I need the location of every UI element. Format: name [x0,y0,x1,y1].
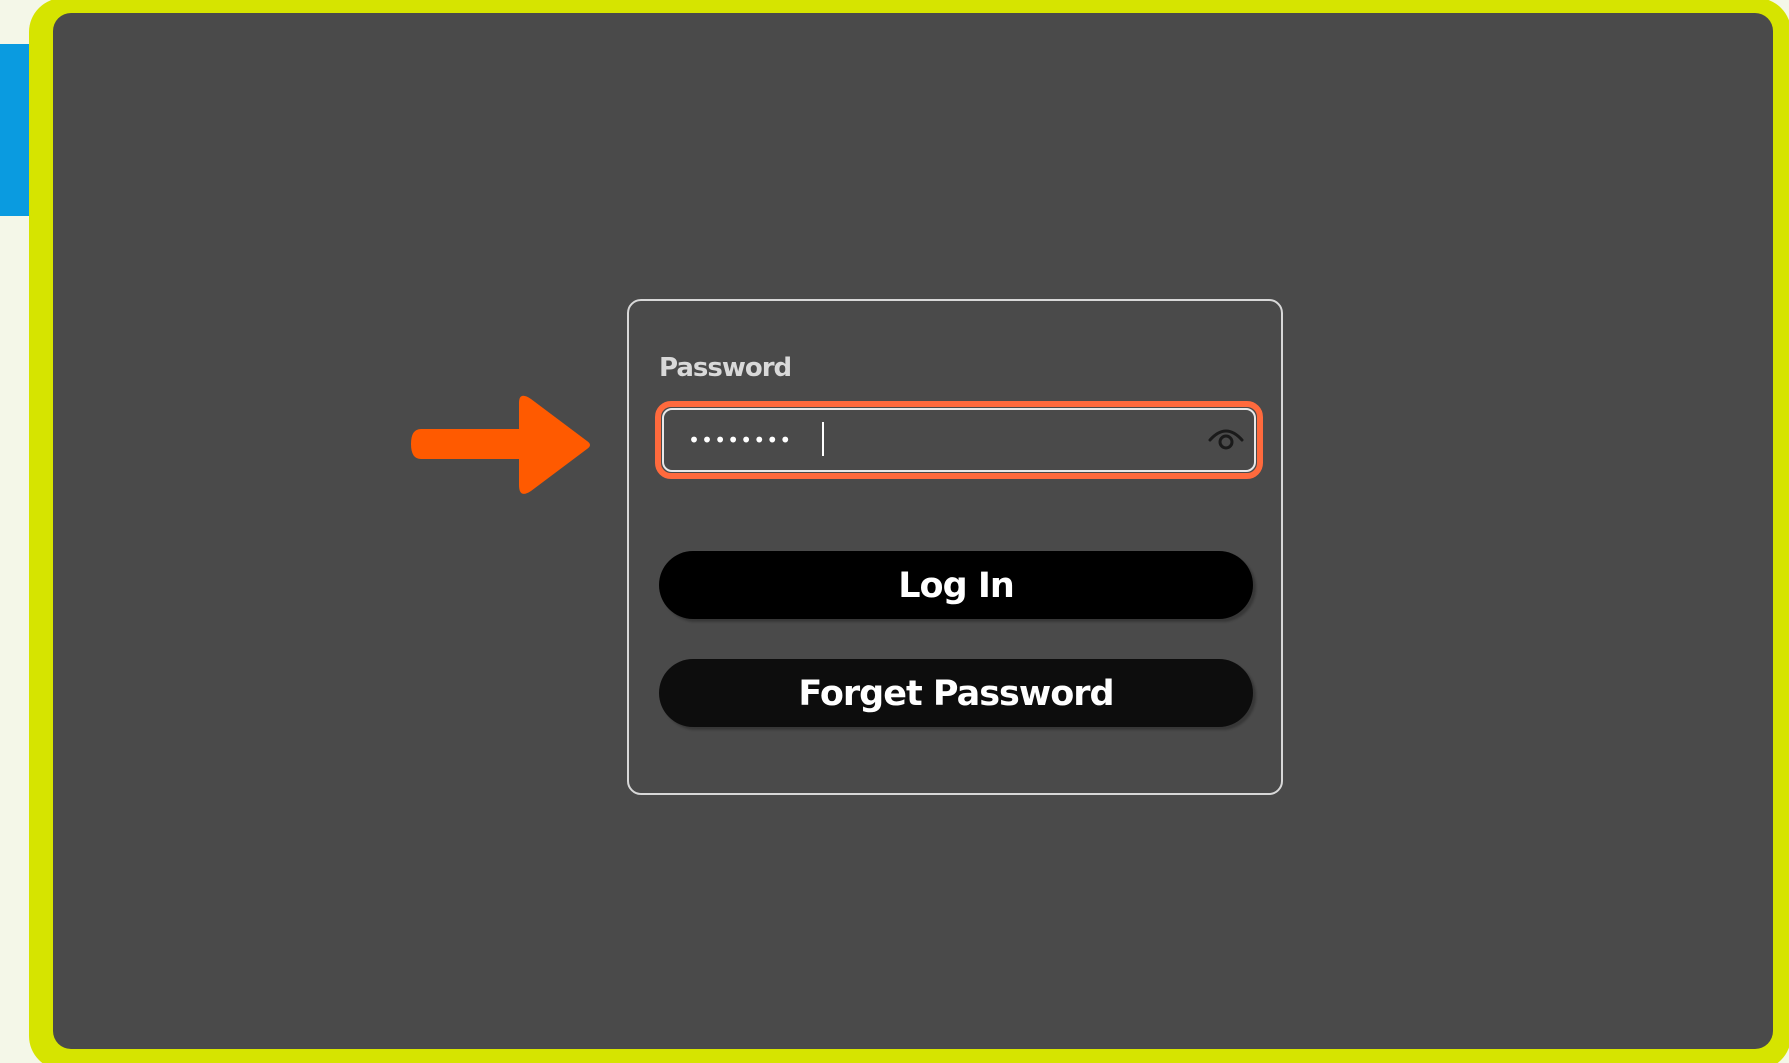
login-button[interactable]: Log In [659,551,1253,619]
password-field [662,408,1256,472]
password-field-highlight [655,401,1263,479]
app-screen: Password Log In Forget Password [53,13,1773,1049]
login-card: Password Log In Forget Password [627,299,1283,795]
password-label: Password [659,353,792,383]
password-input[interactable] [688,417,1158,463]
forget-password-button[interactable]: Forget Password [659,659,1253,727]
text-caret [822,422,824,456]
eye-icon[interactable] [1206,424,1246,454]
right-arrow-icon [411,395,590,494]
screenshot-canvas: Password Log In Forget Password [0,0,1789,1063]
